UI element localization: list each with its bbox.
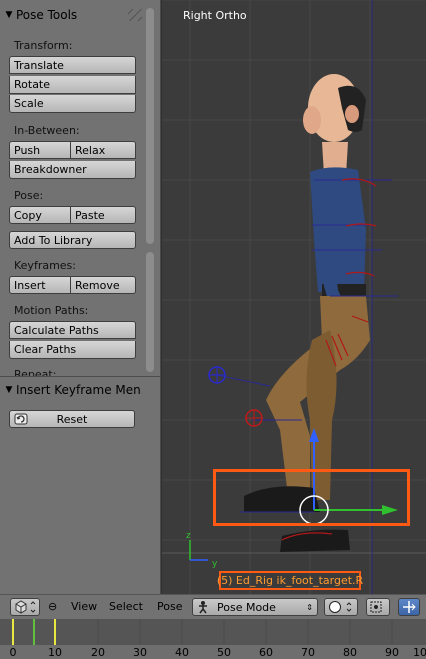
push-button[interactable]: Push xyxy=(9,141,71,159)
keyframes-label: Keyframes: xyxy=(14,259,76,272)
insert-keyframe-title: Insert Keyframe Men xyxy=(16,383,141,397)
svg-text:z: z xyxy=(186,531,191,541)
menu-select[interactable]: Select xyxy=(109,600,143,613)
reset-icon xyxy=(14,412,28,427)
add-to-library-button[interactable]: Add To Library xyxy=(9,231,136,249)
motion-paths-label: Motion Paths: xyxy=(14,304,89,317)
calculate-paths-button[interactable]: Calculate Paths xyxy=(9,321,136,339)
tick-label: 80 xyxy=(343,646,357,659)
timeline-track xyxy=(0,619,426,659)
shelf-scrollbar-lower[interactable] xyxy=(146,252,154,372)
transform-label: Transform: xyxy=(14,39,73,52)
viewport-shading-button[interactable] xyxy=(324,598,358,616)
relax-button[interactable]: Relax xyxy=(71,141,136,159)
breakdowner-button[interactable]: Breakdowner xyxy=(9,161,136,179)
tick-label: 40 xyxy=(175,646,189,659)
svg-text:y: y xyxy=(212,559,218,569)
pose-tools-title: Pose Tools xyxy=(16,8,78,22)
viewport-header: ⊖ View Select Pose Pose Mode ⇕ xyxy=(0,594,426,619)
scale-button[interactable]: Scale xyxy=(9,95,136,113)
tick-label: 20 xyxy=(91,646,105,659)
manipulator-toggle-button[interactable] xyxy=(398,598,420,616)
mode-label: Pose Mode xyxy=(217,600,276,614)
tick-label: 50 xyxy=(217,646,231,659)
pose-tools-panel-header[interactable]: ▼ Pose Tools xyxy=(0,3,156,27)
shelf-scrollbar[interactable] xyxy=(146,8,154,244)
remove-keyframe-button[interactable]: Remove xyxy=(71,276,136,294)
insert-keyframe-button[interactable]: Insert xyxy=(9,276,71,294)
active-bone-status: (5) Ed_Rig ik_foot_target.R xyxy=(217,571,363,590)
reset-button[interactable]: Reset xyxy=(9,410,135,428)
timeline[interactable]: 0 10 20 30 40 50 60 70 80 90 10 xyxy=(0,619,426,659)
tick-label: 90 xyxy=(385,646,399,659)
tick-label: 10 xyxy=(48,646,62,659)
3d-viewport[interactable]: z y Right Ortho (5) Ed_Rig ik_foot_targe… xyxy=(162,0,426,594)
viewport-title: Right Ortho xyxy=(183,9,247,22)
cube-icon xyxy=(15,600,36,614)
clear-paths-button[interactable]: Clear Paths xyxy=(9,341,136,359)
axis-gizmo: z y xyxy=(186,531,218,569)
shelf-divider xyxy=(0,376,161,377)
tick-label: 10 xyxy=(413,646,426,659)
pivot-icon xyxy=(370,601,382,613)
collapse-triangle-icon: ▼ xyxy=(5,10,13,20)
in-between-label: In-Between: xyxy=(14,124,80,137)
tool-shelf: ▼ Pose Tools Transform: Translate Rotate… xyxy=(0,0,161,594)
menu-view[interactable]: View xyxy=(71,600,97,613)
tick-label: 30 xyxy=(133,646,147,659)
rotate-button[interactable]: Rotate xyxy=(9,76,136,94)
tick-label: 70 xyxy=(301,646,315,659)
menu-pose[interactable]: Pose xyxy=(157,600,182,613)
dropdown-arrows-icon: ⇕ xyxy=(306,602,313,612)
editor-type-button[interactable] xyxy=(10,598,40,616)
tick-label: 60 xyxy=(259,646,273,659)
highlight-box xyxy=(213,469,410,526)
insert-keyframe-panel-header[interactable]: ▼ Insert Keyframe Men xyxy=(0,378,156,402)
collapse-menu-icon[interactable]: ⊖ xyxy=(48,600,57,613)
copy-pose-button[interactable]: Copy xyxy=(9,206,71,224)
manipulator-icon xyxy=(403,601,416,613)
paste-pose-button[interactable]: Paste xyxy=(71,206,136,224)
pose-mode-icon xyxy=(199,601,207,614)
pivot-point-button[interactable] xyxy=(366,598,390,616)
tick-label: 0 xyxy=(9,646,17,659)
drag-grip-icon[interactable] xyxy=(128,9,142,21)
collapse-triangle-icon: ▼ xyxy=(5,385,13,395)
pose-label: Pose: xyxy=(14,189,44,202)
reset-label: Reset xyxy=(56,412,88,426)
mode-select[interactable]: Pose Mode ⇕ xyxy=(192,598,318,616)
translate-button[interactable]: Translate xyxy=(9,56,136,74)
shading-sphere-icon xyxy=(329,601,352,613)
